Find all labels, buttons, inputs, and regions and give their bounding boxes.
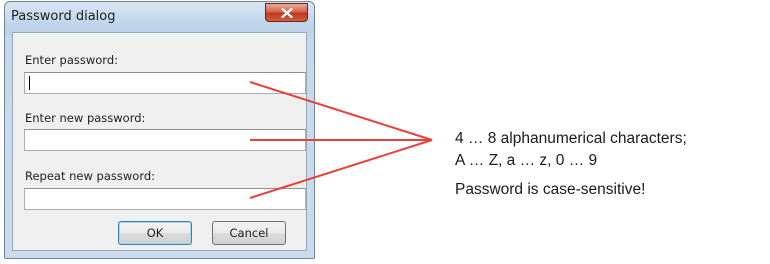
title-bar[interactable]: Password dialog — [5, 2, 314, 32]
dialog-title: Password dialog — [11, 9, 116, 24]
password-dialog: Password dialog Enter password: Enter ne… — [4, 1, 315, 259]
rule-text-line2: A … Z, a … z, 0 … 9 — [455, 152, 598, 169]
dialog-body: Enter password: Enter new password: Repe… — [12, 32, 307, 251]
text-caret — [29, 76, 30, 90]
ok-button[interactable]: OK — [118, 221, 192, 245]
enter-password-field[interactable] — [24, 72, 306, 94]
enter-new-password-field[interactable] — [24, 129, 306, 151]
enter-password-label: Enter password: — [25, 53, 118, 67]
enter-new-password-label: Enter new password: — [25, 111, 146, 125]
repeat-new-password-label: Repeat new password: — [25, 169, 156, 183]
rule-text-line1: 4 … 8 alphanumerical characters; — [455, 130, 687, 147]
close-button[interactable] — [265, 3, 308, 22]
cancel-button[interactable]: Cancel — [212, 221, 286, 245]
repeat-new-password-field[interactable] — [24, 188, 306, 210]
close-icon — [280, 7, 293, 18]
case-sensitive-note: Password is case-sensitive! — [455, 181, 646, 198]
